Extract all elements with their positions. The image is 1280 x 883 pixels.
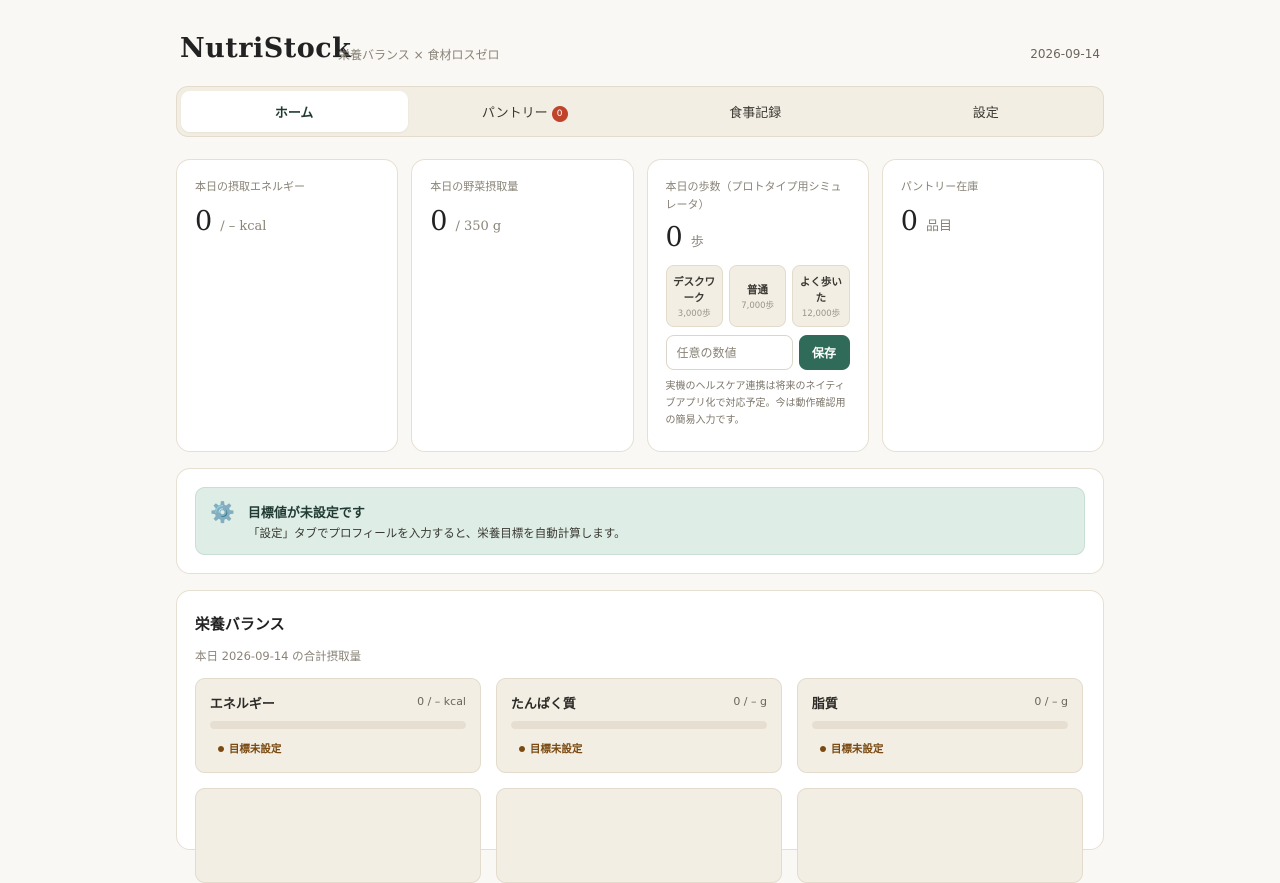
veg-stat-unit: / 350 g bbox=[455, 219, 502, 234]
goal-unset-notice: ⚙️ 目標値が未設定です 「設定」タブでプロフィールを入力すると、栄養目標を自動… bbox=[195, 487, 1085, 555]
status-dot-icon bbox=[218, 745, 224, 752]
preset-desk-work-button[interactable]: デスクワーク 3,000歩 bbox=[665, 265, 723, 327]
preset-steps: 7,000歩 bbox=[741, 300, 775, 311]
steps-note: 実機のヘルスケア連携は将来のネイティブアプリ化で対応予定。今は動作確認用の簡易入… bbox=[665, 381, 846, 426]
notice-card: ⚙️ 目標値が未設定です 「設定」タブでプロフィールを入力すると、栄養目標を自動… bbox=[176, 468, 1104, 574]
tab-home[interactable]: ホーム bbox=[181, 91, 408, 132]
tab-settings[interactable]: 設定 bbox=[873, 91, 1100, 132]
save-steps-button[interactable]: 保存 bbox=[798, 335, 850, 370]
steps-input-row: 保存 bbox=[665, 335, 850, 370]
tagline: 栄養バランス × 食材ロスゼロ bbox=[338, 48, 500, 62]
veg-stat-number: 0 bbox=[430, 206, 448, 237]
stats-row: 本日の摂取エネルギー 0 / – kcal 本日の野菜摂取量 0 / 350 g… bbox=[176, 159, 1104, 452]
preset-title: デスクワーク bbox=[673, 275, 716, 304]
veg-stat-label: 本日の野菜摂取量 bbox=[430, 180, 519, 193]
gear-icon: ⚙️ bbox=[210, 500, 235, 524]
pantry-count-badge: 0 bbox=[551, 105, 568, 122]
tab-pantry[interactable]: パントリー 0 bbox=[412, 91, 639, 132]
steps-stat-label: 本日の歩数（プロトタイプ用シミュレータ） bbox=[665, 180, 842, 211]
preset-walked-a-lot-button[interactable]: よく歩いた 12,000歩 bbox=[792, 265, 850, 327]
pantry-stat-number: 0 bbox=[900, 206, 918, 237]
nutrition-balance-section: 栄養バランス 本日 2026-09-14 の合計摂取量 エネルギー 0 / – … bbox=[176, 590, 1104, 883]
veg-stat-value: 0 / 350 g bbox=[430, 206, 614, 237]
preset-title: 普通 bbox=[747, 283, 769, 296]
current-date: 2026-09-14 bbox=[1030, 47, 1100, 61]
steps-stat-number: 0 bbox=[665, 222, 683, 253]
nutrient-progress-bar bbox=[812, 721, 1068, 729]
pantry-stat-value: 0 品目 bbox=[901, 206, 1085, 237]
nutrition-title: 栄養バランス bbox=[195, 615, 285, 633]
nutrition-subtitle: 本日 2026-09-14 の合計摂取量 bbox=[195, 649, 362, 663]
nutrient-status: 目標未設定 bbox=[519, 741, 583, 756]
notice-title: 目標値が未設定です bbox=[248, 506, 366, 521]
nutrient-amount: 0 / – g bbox=[1034, 695, 1068, 708]
brand-logo: NutriStock bbox=[180, 33, 352, 64]
energy-stat-unit: / – kcal bbox=[220, 219, 267, 234]
energy-stat-card: 本日の摂取エネルギー 0 / – kcal bbox=[176, 159, 399, 452]
steps-preset-row: デスクワーク 3,000歩 普通 7,000歩 よく歩いた 12,000歩 bbox=[665, 265, 850, 327]
nutrient-amount: 0 / – g bbox=[733, 695, 767, 708]
notice-text: 「設定」タブでプロフィールを入力すると、栄養目標を自動計算します。 bbox=[248, 526, 626, 540]
nutrient-card-row2-2 bbox=[496, 788, 782, 883]
pantry-stat-label: パントリー在庫 bbox=[900, 180, 979, 193]
nutrient-energy: エネルギー 0 / – kcal 目標未設定 bbox=[195, 678, 481, 773]
tab-settings-label: 設定 bbox=[972, 106, 999, 121]
nutrient-status-label: 目標未設定 bbox=[229, 743, 282, 755]
nutrient-status-label: 目標未設定 bbox=[831, 743, 884, 755]
energy-stat-value: 0 / – kcal bbox=[195, 206, 379, 237]
tab-pantry-label: パントリー bbox=[481, 106, 548, 121]
nutrient-protein: たんぱく質 0 / – g 目標未設定 bbox=[496, 678, 782, 773]
pantry-stat-card: パントリー在庫 0 品目 bbox=[881, 159, 1104, 452]
nutrient-status-label: 目標未設定 bbox=[530, 743, 583, 755]
preset-steps: 12,000歩 bbox=[801, 308, 841, 319]
nutrient-name: 脂質 bbox=[812, 697, 839, 712]
status-dot-icon bbox=[820, 745, 826, 752]
nutrient-progress-bar bbox=[511, 721, 767, 729]
steps-stat-card: 本日の歩数（プロトタイプ用シミュレータ） 0 歩 デスクワーク 3,000歩 普… bbox=[646, 159, 869, 452]
status-dot-icon bbox=[519, 745, 525, 752]
veg-stat-card: 本日の野菜摂取量 0 / 350 g bbox=[411, 159, 634, 452]
nutrient-card-row2-1 bbox=[195, 788, 481, 883]
nutrition-grid: エネルギー 0 / – kcal 目標未設定 たんぱく質 0 / – g 目標未… bbox=[195, 678, 1085, 883]
nutrient-fat: 脂質 0 / – g 目標未設定 bbox=[797, 678, 1083, 773]
nutrient-status: 目標未設定 bbox=[218, 741, 282, 756]
preset-title: よく歩いた bbox=[800, 275, 843, 304]
preset-normal-button[interactable]: 普通 7,000歩 bbox=[728, 265, 787, 327]
nutrient-card-row2-3 bbox=[797, 788, 1083, 883]
nutrient-status: 目標未設定 bbox=[820, 741, 884, 756]
preset-steps: 3,000歩 bbox=[677, 308, 711, 319]
main-tabs: ホーム パントリー 0 食事記録 設定 bbox=[176, 86, 1104, 137]
energy-stat-number: 0 bbox=[195, 206, 213, 237]
energy-stat-label: 本日の摂取エネルギー bbox=[195, 180, 305, 193]
nutrient-progress-bar bbox=[210, 721, 466, 729]
custom-steps-input[interactable] bbox=[665, 335, 793, 370]
steps-stat-value: 0 歩 bbox=[666, 222, 850, 253]
steps-stat-unit: 歩 bbox=[690, 235, 704, 250]
nutrient-name: たんぱく質 bbox=[511, 697, 577, 712]
tab-meal-log[interactable]: 食事記録 bbox=[642, 91, 869, 132]
pantry-stat-unit: 品目 bbox=[925, 219, 952, 234]
header: NutriStock 栄養バランス × 食材ロスゼロ 2026-09-14 bbox=[176, 30, 1104, 70]
nutrient-amount: 0 / – kcal bbox=[417, 695, 466, 708]
tab-meal-log-label: 食事記録 bbox=[729, 106, 782, 121]
tab-home-label: ホーム bbox=[274, 106, 314, 121]
